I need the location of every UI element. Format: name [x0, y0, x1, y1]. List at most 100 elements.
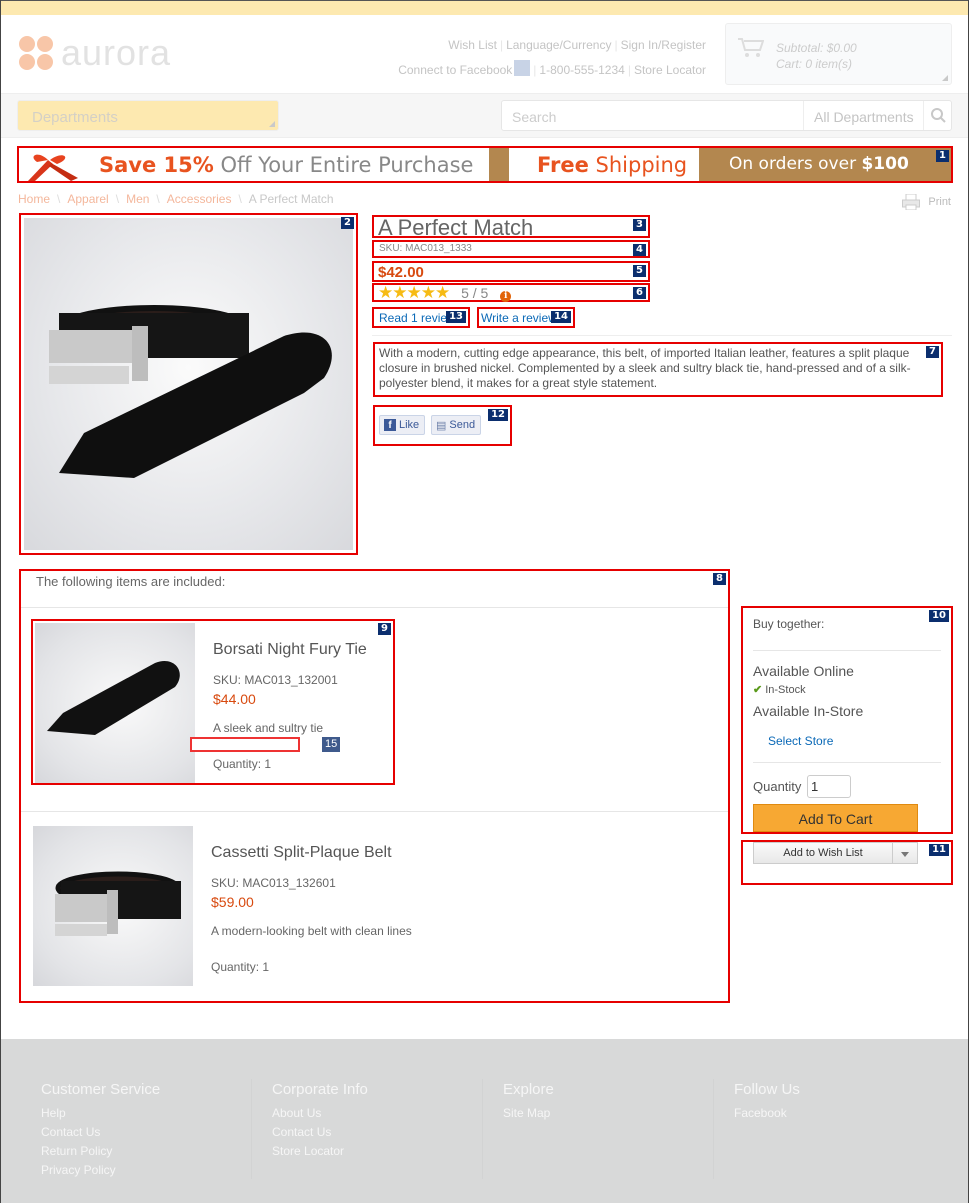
- footer-heading: Corporate Info: [272, 1081, 368, 1098]
- mini-cart[interactable]: Subtotal: $0.00 Cart: 0 item(s): [725, 23, 952, 85]
- print-label: Print: [928, 196, 951, 208]
- included-item: Cassetti Split-Plaque Belt SKU: MAC013_1…: [31, 824, 431, 990]
- footer-heading: Explore: [503, 1081, 554, 1098]
- footer-link-about-us[interactable]: About Us: [272, 1104, 492, 1123]
- item-description: A sleek and sultry tie: [213, 721, 324, 735]
- logo-flower-icon: [19, 36, 53, 70]
- print-button[interactable]: Print: [902, 194, 951, 210]
- divider: [21, 811, 728, 812]
- read-reviews-text: Read 1 review: [379, 311, 456, 325]
- annotation-badge: 2: [341, 217, 354, 229]
- item-sku: SKU: MAC013_132601: [211, 876, 336, 890]
- divider: [753, 650, 941, 651]
- item-name[interactable]: Cassetti Split-Plaque Belt: [211, 844, 392, 862]
- tie-image[interactable]: [35, 623, 195, 783]
- quantity-input[interactable]: 1: [807, 775, 851, 798]
- breadcrumb-men[interactable]: Men: [126, 192, 149, 206]
- top-banner-strip: [1, 0, 968, 15]
- rating-stars-icon: ★★★★★: [378, 283, 450, 302]
- store-locator-link[interactable]: Store Locator: [634, 63, 706, 77]
- logo-text: aurora: [61, 32, 172, 73]
- divider: [372, 335, 952, 336]
- breadcrumb-accessories[interactable]: Accessories: [167, 192, 232, 206]
- footer-link-contact-us[interactable]: Contact Us: [41, 1123, 261, 1142]
- promo-orders-text: On orders over: [729, 154, 862, 174]
- footer-column-corporate-info: Corporate Info About Us Contact Us Store…: [272, 1081, 492, 1161]
- search-scope-dropdown[interactable]: All Departments: [803, 101, 923, 130]
- dropdown-corner-icon: [269, 121, 275, 127]
- social-buttons: f Like ▤ Send 12: [373, 405, 512, 446]
- send-icon: ▤: [436, 420, 447, 432]
- item-attribute-field[interactable]: [190, 737, 300, 752]
- checkmark-icon: ✔: [753, 684, 763, 696]
- item-price: $44.00: [213, 691, 256, 707]
- info-icon[interactable]: i: [500, 291, 512, 302]
- item-quantity: Quantity: 1: [211, 960, 270, 974]
- quantity-label: Quantity: [753, 779, 802, 794]
- footer-heading: Follow Us: [734, 1081, 800, 1098]
- read-reviews-link[interactable]: Read 1 review 13: [372, 307, 470, 328]
- aurora-logo[interactable]: aurora: [19, 32, 172, 73]
- breadcrumb: Home \ Apparel \ Men \ Accessories \ A Perfect M…: [18, 192, 334, 206]
- annotation-badge: 11: [929, 844, 949, 856]
- footer: Customer Service Help Contact Us Return …: [1, 1039, 968, 1203]
- product-title: A Perfect Match 3: [372, 215, 650, 240]
- item-description: A modern-looking belt with clean lines: [211, 924, 412, 938]
- breadcrumb-current: A Perfect Match: [248, 192, 334, 206]
- breadcrumb-home[interactable]: Home: [18, 192, 50, 206]
- footer-link-privacy-policy[interactable]: Privacy Policy: [41, 1161, 261, 1180]
- item-quantity: Quantity: 1: [213, 757, 272, 771]
- divider: [753, 762, 941, 763]
- product-description: With a modern, cutting edge appearance, …: [373, 342, 943, 397]
- promo-free-bold: Free: [537, 153, 589, 177]
- departments-label: Departments: [32, 109, 118, 126]
- annotation-badge: 10: [929, 610, 949, 622]
- belt-image[interactable]: [33, 826, 193, 986]
- item-name[interactable]: Borsati Night Fury Tie: [213, 641, 367, 659]
- annotation-badge: 6: [633, 287, 646, 299]
- footer-link-site-map[interactable]: Site Map: [503, 1104, 723, 1123]
- printer-icon: [902, 194, 921, 210]
- facebook-icon: f: [384, 419, 396, 431]
- footer-link-store-locator[interactable]: Store Locator: [272, 1142, 492, 1161]
- footer-link-contact-us[interactable]: Contact Us: [272, 1123, 492, 1142]
- annotation-badge: 3: [633, 219, 646, 231]
- annotation-badge: 13: [446, 311, 466, 323]
- footer-divider: [713, 1079, 714, 1179]
- language-currency-link[interactable]: Language/Currency: [506, 38, 611, 52]
- write-review-text: Write a review: [481, 311, 557, 325]
- departments-dropdown[interactable]: Departments: [17, 100, 279, 131]
- footer-link-facebook[interactable]: Facebook: [734, 1104, 954, 1123]
- add-to-cart-button[interactable]: Add To Cart: [753, 804, 918, 832]
- wish-list-link[interactable]: Wish List: [448, 38, 497, 52]
- footer-link-help[interactable]: Help: [41, 1104, 261, 1123]
- facebook-avatar-icon: [514, 60, 531, 76]
- annotation-badge: 12: [488, 409, 508, 421]
- product-main-image[interactable]: 2: [19, 213, 358, 555]
- footer-column-customer-service: Customer Service Help Contact Us Return …: [41, 1081, 261, 1180]
- product-title-text: A Perfect Match: [378, 215, 534, 240]
- facebook-send-button[interactable]: ▤ Send: [431, 415, 482, 435]
- search-bar: Search All Departments: [501, 100, 952, 131]
- annotation-badge: 15: [322, 737, 341, 752]
- sign-in-register-link[interactable]: Sign In/Register: [621, 38, 706, 52]
- footer-link-return-policy[interactable]: Return Policy: [41, 1142, 261, 1161]
- annotation-badge: 7: [926, 346, 939, 358]
- annotation-badge: 14: [551, 311, 571, 323]
- included-items-header: The following items are included:: [36, 574, 226, 589]
- connect-facebook-link[interactable]: Connect to Facebook: [398, 63, 512, 77]
- breadcrumb-apparel[interactable]: Apparel: [67, 192, 108, 206]
- promo-orders-amount: $100: [861, 154, 909, 174]
- search-input[interactable]: Search: [512, 109, 556, 125]
- search-button[interactable]: [923, 101, 951, 130]
- wish-list-dropdown-button[interactable]: [893, 842, 918, 864]
- belt-and-tie-image: [49, 305, 332, 478]
- select-store-link[interactable]: Select Store: [768, 734, 833, 748]
- add-to-wish-list-button[interactable]: Add to Wish List: [753, 842, 893, 864]
- facebook-like-button[interactable]: f Like: [379, 415, 426, 435]
- write-review-link[interactable]: Write a review 14: [477, 307, 575, 328]
- promo-banner[interactable]: Save 15% Off Your Entire Purchase Free S…: [17, 146, 953, 183]
- annotation-badge: 5: [633, 265, 646, 277]
- annotation-badge: 8: [713, 573, 726, 585]
- product-description-text: With a modern, cutting edge appearance, …: [379, 346, 911, 390]
